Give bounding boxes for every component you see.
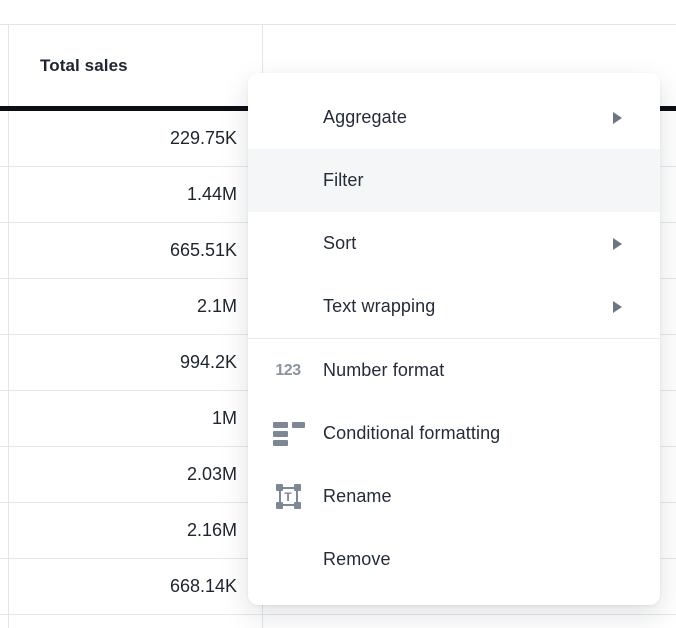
menu-item-number-format[interactable]: 123 Number format: [248, 339, 660, 402]
menu-item-label: Conditional formatting: [323, 423, 622, 444]
menu-item-rename[interactable]: T Rename: [248, 465, 660, 528]
menu-item-label: Remove: [323, 549, 622, 570]
menu-item-aggregate[interactable]: Aggregate: [248, 86, 660, 149]
menu-item-label: Text wrapping: [323, 296, 613, 317]
menu-item-label: Filter: [323, 170, 622, 191]
column-header-label: Total sales: [40, 56, 128, 76]
cell-value: 994.2K: [180, 352, 237, 373]
menu-item-label: Sort: [323, 233, 613, 254]
cell-value: 2.16M: [187, 520, 237, 541]
menu-item-remove[interactable]: Remove: [248, 528, 660, 591]
cell-value: 229.75K: [170, 128, 237, 149]
menu-item-label: Rename: [323, 486, 622, 507]
number-format-icon-text: 123: [275, 362, 300, 380]
cell-value: 1M: [212, 408, 237, 429]
submenu-arrow-icon: [613, 301, 622, 313]
number-format-icon: 123: [273, 362, 303, 380]
menu-item-conditional-formatting[interactable]: Conditional formatting: [248, 402, 660, 465]
submenu-arrow-icon: [613, 238, 622, 250]
cell-value: 668.14K: [170, 576, 237, 597]
rename-icon: T: [273, 484, 303, 509]
rename-icon-text: T: [276, 484, 301, 509]
menu-item-sort[interactable]: Sort: [248, 212, 660, 275]
menu-item-label: Aggregate: [323, 107, 613, 128]
cell-value: 1.44M: [187, 184, 237, 205]
column-context-menu: Aggregate Filter Sort Text wrapping 123 …: [248, 73, 660, 605]
submenu-arrow-icon: [613, 112, 622, 124]
menu-item-filter[interactable]: Filter: [248, 149, 660, 212]
cell-value: 2.1M: [197, 296, 237, 317]
cell-value: 665.51K: [170, 240, 237, 261]
column-header-total-sales[interactable]: Total sales: [9, 25, 262, 106]
spreadsheet-canvas: Total sales 229.75K 1.44M 665.51K 2.1M 9…: [0, 0, 676, 628]
menu-item-label: Number format: [323, 360, 622, 381]
menu-item-text-wrapping[interactable]: Text wrapping: [248, 275, 660, 338]
cell-value: 2.03M: [187, 464, 237, 485]
conditional-formatting-icon: [273, 422, 303, 446]
